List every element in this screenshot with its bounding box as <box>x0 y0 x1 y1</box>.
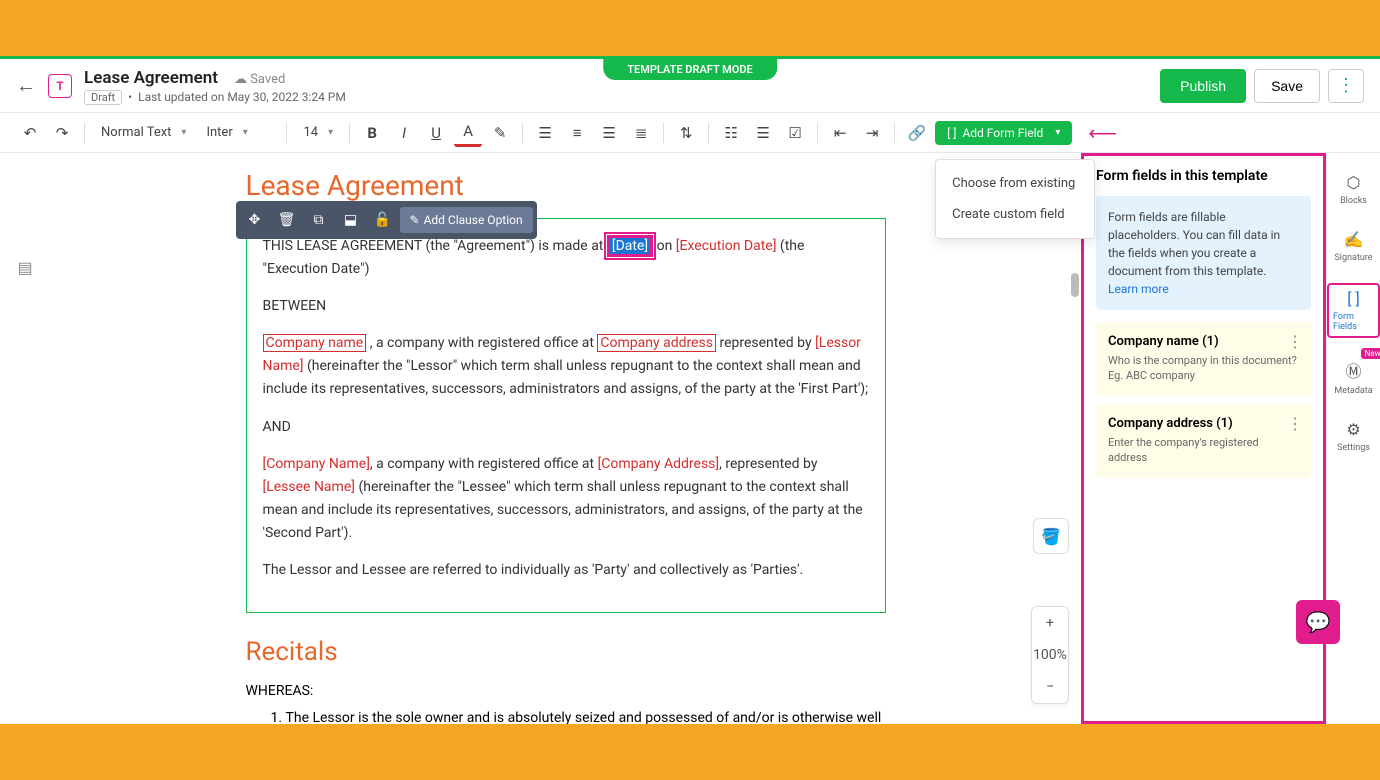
new-badge: New <box>1361 348 1380 359</box>
recitals-heading[interactable]: Recitals <box>246 637 886 667</box>
form-field-card[interactable]: Company name (1) Who is the company in t… <box>1096 322 1311 396</box>
learn-more-link[interactable]: Learn more <box>1108 282 1169 296</box>
bulleted-list-icon[interactable]: ☰ <box>749 119 777 147</box>
form-fields-icon: [ ] <box>1347 289 1359 308</box>
date-form-field[interactable]: [Date] <box>607 235 653 257</box>
highlight-icon[interactable]: ✎ <box>486 119 514 147</box>
company-name2-placeholder[interactable]: [Company Name] <box>263 456 370 472</box>
numbered-list-icon[interactable]: ☷ <box>717 119 745 147</box>
outline-icon[interactable]: ▤ <box>11 253 39 281</box>
doc-title: Lease Agreement <box>84 68 218 88</box>
save-button[interactable]: Save <box>1254 69 1320 103</box>
line-spacing-icon[interactable]: ⇅ <box>672 119 700 147</box>
metadata-tab[interactable]: New Ⓜ Metadata <box>1330 354 1376 400</box>
form-fields-panel: Form fields in this template Form fields… <box>1081 153 1326 724</box>
zoom-in-button[interactable]: + <box>1032 607 1068 639</box>
italic-icon[interactable]: I <box>390 119 418 147</box>
toolbar: ↶ ↷ Normal Text Inter 14 B I U A ✎ ☰ ≡ ☰… <box>0 113 1380 153</box>
recital-item[interactable]: The Lessor is the sole owner and is abso… <box>286 707 886 724</box>
font-select[interactable]: Inter <box>198 121 278 144</box>
draft-mode-banner: TEMPLATE DRAFT MODE <box>603 59 777 80</box>
draft-badge: Draft <box>84 90 122 105</box>
align-left-icon[interactable]: ☰ <box>531 119 559 147</box>
metadata-icon: Ⓜ <box>1345 358 1361 382</box>
checklist-icon[interactable]: ☑ <box>781 119 809 147</box>
paragraph-style-select[interactable]: Normal Text <box>93 121 194 144</box>
signature-tab[interactable]: ✍ Signature <box>1330 226 1376 267</box>
template-badge: T <box>48 74 72 98</box>
settings-tab[interactable]: ⚙ Settings <box>1333 416 1374 457</box>
card-more-icon[interactable]: ⋮ <box>1287 332 1303 351</box>
company-address2-placeholder[interactable]: [Company Address] <box>598 456 720 472</box>
clause-toolbar: ✥ 🗑 ⧉ ⬓ 🔓 ✎ Add Clause Option <box>236 201 537 239</box>
indent-increase-icon[interactable]: ⇥ <box>858 119 886 147</box>
zoom-control: + 100% − <box>1031 606 1069 704</box>
align-justify-icon[interactable]: ≣ <box>627 119 655 147</box>
company-name-field[interactable]: Company name <box>263 334 367 352</box>
lock-icon[interactable]: 🔓 <box>368 205 398 235</box>
align-center-icon[interactable]: ≡ <box>563 119 591 147</box>
blocks-tab[interactable]: ⬡ Blocks <box>1336 169 1371 210</box>
execution-date-placeholder[interactable]: [Execution Date] <box>676 238 777 254</box>
panel-title: Form fields in this template <box>1096 168 1311 184</box>
move-icon[interactable]: ✥ <box>240 205 270 235</box>
align-right-icon[interactable]: ☰ <box>595 119 623 147</box>
indent-decrease-icon[interactable]: ⇤ <box>826 119 854 147</box>
clause-block[interactable]: THIS LEASE AGREEMENT (the "Agreement") i… <box>246 218 886 613</box>
undo-icon[interactable]: ↶ <box>16 119 44 147</box>
card-more-icon[interactable]: ⋮ <box>1287 414 1303 433</box>
form-field-card[interactable]: Company address (1) Enter the company's … <box>1096 404 1311 478</box>
publish-button[interactable]: Publish <box>1160 69 1246 103</box>
gear-icon: ⚙ <box>1346 420 1360 439</box>
create-custom-option[interactable]: Create custom field <box>936 199 1094 230</box>
panel-info: Form fields are fillable placeholders. Y… <box>1096 196 1311 310</box>
text-color-icon[interactable]: A <box>454 119 482 147</box>
add-clause-option-button[interactable]: ✎ Add Clause Option <box>400 207 533 233</box>
blocks-icon: ⬡ <box>1347 173 1361 192</box>
whereas-label[interactable]: WHEREAS: <box>246 683 886 699</box>
save-block-icon[interactable]: ⬓ <box>336 205 366 235</box>
callout-arrow-icon: ⟵ <box>1088 121 1117 145</box>
form-field-dropdown: Choose from existing Create custom field <box>935 159 1095 239</box>
choose-existing-option[interactable]: Choose from existing <box>936 168 1094 199</box>
copy-icon[interactable]: ⧉ <box>304 205 334 235</box>
document-heading[interactable]: Lease Agreement <box>246 169 886 202</box>
editor-area[interactable]: Lease Agreement ✥ 🗑 ⧉ ⬓ 🔓 ✎ Add Clause O… <box>50 153 1081 724</box>
delete-icon[interactable]: 🗑 <box>272 205 302 235</box>
zoom-out-button[interactable]: − <box>1032 671 1068 703</box>
zoom-value: 100% <box>1032 639 1068 671</box>
signature-icon: ✍ <box>1344 230 1364 249</box>
lessee-name-placeholder[interactable]: [Lessee Name] <box>263 479 355 495</box>
company-address-field[interactable]: Company address <box>597 334 716 352</box>
back-arrow-icon[interactable]: ← <box>16 73 36 98</box>
saved-indicator: Saved <box>234 72 285 87</box>
more-menu-button[interactable]: ⋮ <box>1328 69 1364 103</box>
form-fields-tab[interactable]: [ ] Form Fields <box>1327 283 1380 338</box>
fill-tool-icon[interactable]: 🪣 <box>1033 518 1069 554</box>
bold-icon[interactable]: B <box>358 119 386 147</box>
scrollbar-thumb[interactable] <box>1071 273 1079 297</box>
link-icon[interactable]: 🔗 <box>903 119 931 147</box>
add-form-field-button[interactable]: [ ]Add Form Field <box>935 121 1072 145</box>
last-updated: Last updated on May 30, 2022 3:24 PM <box>138 90 346 104</box>
underline-icon[interactable]: U <box>422 119 450 147</box>
font-size-select[interactable]: 14 <box>295 121 341 144</box>
redo-icon[interactable]: ↷ <box>48 119 76 147</box>
chat-fab[interactable]: 💬 <box>1296 600 1340 644</box>
